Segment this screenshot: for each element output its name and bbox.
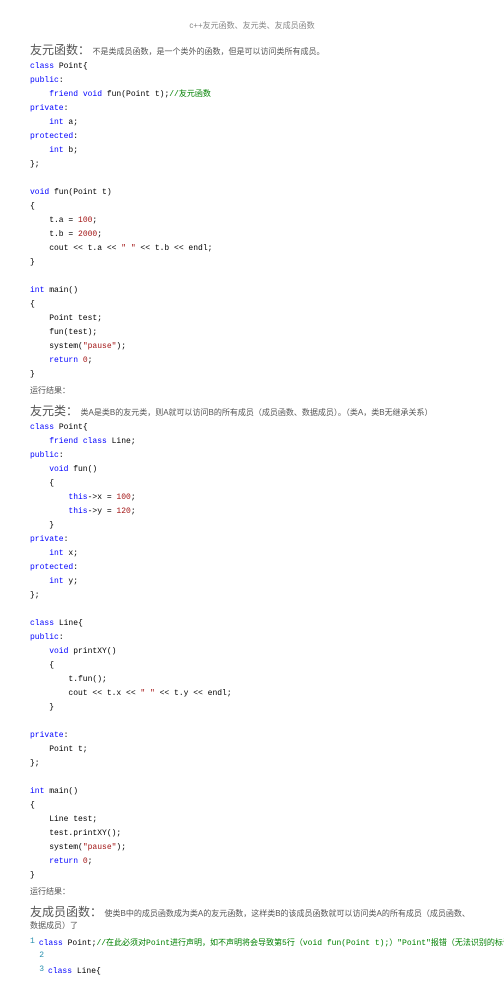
code-line: system("pause"); bbox=[30, 340, 474, 354]
code-line: }; bbox=[30, 757, 474, 771]
section-title: 友元函数： bbox=[30, 43, 90, 57]
code-line: private: bbox=[30, 102, 474, 116]
code-line: fun(test); bbox=[30, 326, 474, 340]
code-line: system("pause"); bbox=[30, 841, 474, 855]
code-line: Point test; bbox=[30, 312, 474, 326]
result-label: 运行结果： bbox=[30, 886, 474, 897]
page-header: c++友元函数、友元类、友成员函数 bbox=[30, 20, 474, 31]
code-line: t.b = 2000; bbox=[30, 228, 474, 242]
code-line: 3class Line{ bbox=[30, 965, 474, 979]
code-line bbox=[30, 172, 474, 186]
code-line: this->y = 120; bbox=[30, 505, 474, 519]
code-line: void fun(Point t) bbox=[30, 186, 474, 200]
code-line: { bbox=[30, 659, 474, 673]
code-line bbox=[30, 771, 474, 785]
code-line: } bbox=[30, 368, 474, 382]
section-friend-member: 友成员函数： 使类B中的成员函数成为类A的友元函数，这样类B的该成员函数就可以访… bbox=[30, 903, 474, 931]
code-line: return 0; bbox=[30, 855, 474, 869]
code-line: friend void fun(Point t);//友元函数 bbox=[30, 88, 474, 102]
code-line bbox=[30, 603, 474, 617]
code-line: { bbox=[30, 200, 474, 214]
section-friend-class: 友元类： 类A是类B的友元类，则A就可以访问B的所有成员（成员函数、数据成员）。… bbox=[30, 402, 474, 419]
code-line: }; bbox=[30, 158, 474, 172]
code-line: private: bbox=[30, 729, 474, 743]
code-line: class Point{ bbox=[30, 60, 474, 74]
code-line: Point t; bbox=[30, 743, 474, 757]
code-line: void fun() bbox=[30, 463, 474, 477]
code-line: int y; bbox=[30, 575, 474, 589]
code-line: { bbox=[30, 799, 474, 813]
section-friend-func: 友元函数： 不是类成员函数，是一个类外的函数，但是可以访问类所有成员。 bbox=[30, 41, 474, 58]
code-line: { bbox=[30, 477, 474, 491]
code-line bbox=[30, 270, 474, 284]
code-line: public: bbox=[30, 74, 474, 88]
code-line: protected: bbox=[30, 561, 474, 575]
code-line: void printXY() bbox=[30, 645, 474, 659]
code-line: int main() bbox=[30, 284, 474, 298]
code-block-2: class Point{ friend class Line; public: … bbox=[30, 421, 474, 883]
line-number: 2 bbox=[30, 951, 44, 965]
code-line: return 0; bbox=[30, 354, 474, 368]
code-line: cout << t.a << " " << t.b << endl; bbox=[30, 242, 474, 256]
code-line: private: bbox=[30, 533, 474, 547]
code-line: t.a = 100; bbox=[30, 214, 474, 228]
code-line: this->x = 100; bbox=[30, 491, 474, 505]
section-desc: 不是类成员函数，是一个类外的函数，但是可以访问类所有成员。 bbox=[93, 47, 325, 56]
code-line: 2 bbox=[30, 951, 474, 965]
code-line: public: bbox=[30, 449, 474, 463]
section-title: 友元类： bbox=[30, 404, 78, 418]
code-line: 1class Point;//在此必须对Point进行声明，如不声明将会导致第5… bbox=[30, 937, 474, 951]
code-line: } bbox=[30, 519, 474, 533]
code-line: public: bbox=[30, 631, 474, 645]
code-line: { bbox=[30, 298, 474, 312]
code-line: cout << t.x << " " << t.y << endl; bbox=[30, 687, 474, 701]
code-line: class Point{ bbox=[30, 421, 474, 435]
line-number: 1 bbox=[30, 937, 35, 951]
section-title: 友成员函数： bbox=[30, 905, 102, 919]
code-line: }; bbox=[30, 589, 474, 603]
code-line: int x; bbox=[30, 547, 474, 561]
code-line: int main() bbox=[30, 785, 474, 799]
code-line: } bbox=[30, 869, 474, 883]
code-line: int b; bbox=[30, 144, 474, 158]
code-line: } bbox=[30, 256, 474, 270]
code-block-3: 1class Point;//在此必须对Point进行声明，如不声明将会导致第5… bbox=[30, 937, 474, 979]
code-line bbox=[30, 715, 474, 729]
code-line: Line test; bbox=[30, 813, 474, 827]
section-desc: 类A是类B的友元类，则A就可以访问B的所有成员（成员函数、数据成员）。（类A，类… bbox=[81, 408, 433, 417]
code-line: class Line{ bbox=[30, 617, 474, 631]
code-line: test.printXY(); bbox=[30, 827, 474, 841]
code-line: int a; bbox=[30, 116, 474, 130]
code-line: friend class Line; bbox=[30, 435, 474, 449]
code-block-1: class Point{ public: friend void fun(Poi… bbox=[30, 60, 474, 382]
code-line: t.fun(); bbox=[30, 673, 474, 687]
result-label: 运行结果： bbox=[30, 385, 474, 396]
code-line: protected: bbox=[30, 130, 474, 144]
line-number: 3 bbox=[30, 965, 44, 979]
